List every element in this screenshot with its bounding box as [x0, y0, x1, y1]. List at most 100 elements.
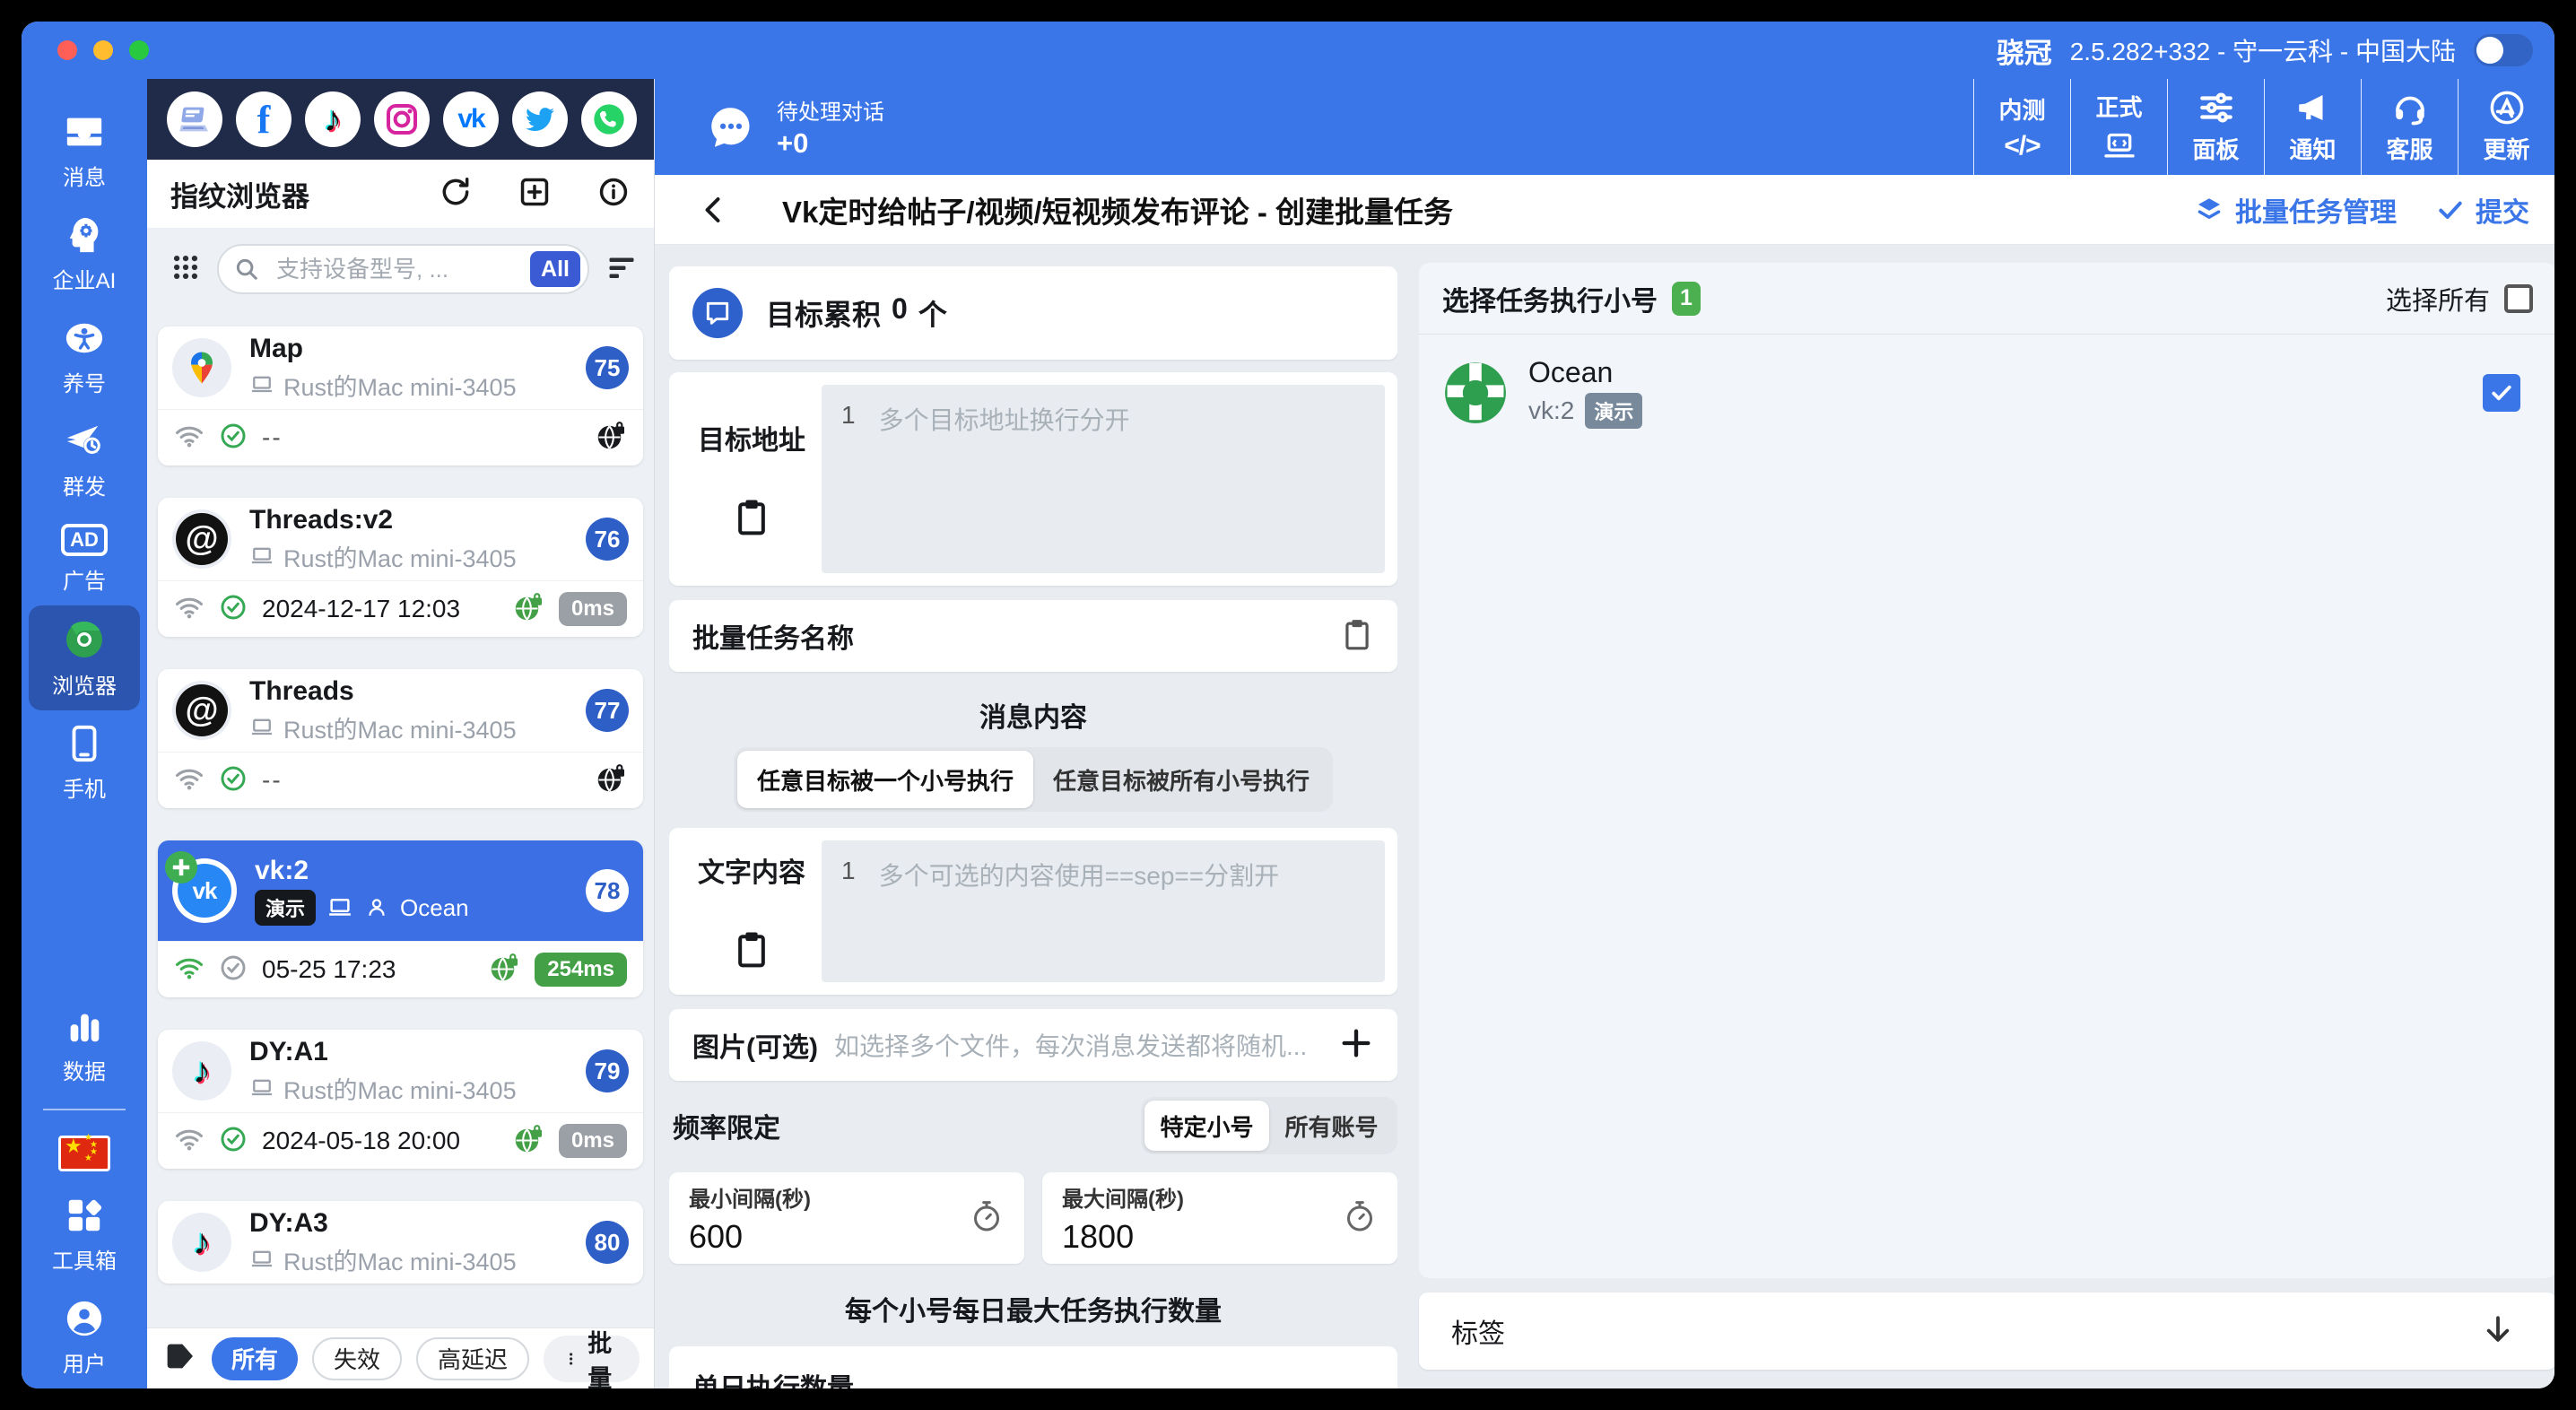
task-name-card[interactable]: 批量任务名称 [669, 600, 1397, 672]
back-button[interactable] [698, 194, 730, 226]
max-interval-card[interactable]: 最大间隔(秒) 1800 [1042, 1172, 1397, 1264]
select-all-checkbox[interactable] [2504, 283, 2533, 313]
add-profile-icon[interactable] [518, 175, 552, 213]
website-platform-icon[interactable] [167, 91, 222, 147]
filter-high-latency-button[interactable]: 高延迟 [416, 1336, 530, 1380]
search-scope-badge[interactable]: All [530, 251, 580, 287]
whatsapp-platform-icon[interactable] [581, 91, 637, 147]
threads-icon: @ [172, 509, 231, 569]
stopwatch-icon [1342, 1198, 1378, 1239]
sidebar-item-browser[interactable]: 浏览器 [29, 605, 140, 710]
tags-bar[interactable]: 标签 [1419, 1292, 2554, 1370]
ad-icon: AD [61, 524, 108, 556]
app-store-icon [2490, 91, 2523, 125]
sidebar-item-toolbox[interactable]: 工具箱 [29, 1182, 140, 1285]
zoom-window-button[interactable] [129, 40, 149, 60]
profile-card-map[interactable]: Map Rust的Mac mini-3405 75 -- [158, 326, 643, 466]
account-select-panel: 选择任务执行小号 1 选择所有 Ocean vk:2 演示 [1419, 263, 2554, 1278]
proxy-globe-icon[interactable] [512, 591, 544, 628]
target-total-value: 0 [892, 292, 908, 325]
ocean-avatar [1442, 360, 1509, 426]
tiktok-platform-icon[interactable]: ♪ [305, 91, 361, 147]
batch-actions-button[interactable]: 批量 [544, 1330, 640, 1388]
sidebar-item-messages[interactable]: 消息 [29, 99, 140, 202]
screen: 骁冠 2.5.282+332 - 守一云科 - 中国大陆 消息 企业AI 养号 … [0, 0, 2576, 1410]
profile-last-check: -- [262, 766, 283, 794]
profile-number-badge: 76 [586, 518, 629, 561]
app-window: 骁冠 2.5.282+332 - 守一云科 - 中国大陆 消息 企业AI 养号 … [22, 22, 2554, 1388]
profile-name: DY:A1 [249, 1036, 328, 1066]
account-row-ocean[interactable]: Ocean vk:2 演示 [1419, 335, 2554, 429]
min-interval-card[interactable]: 最小间隔(秒) 600 [669, 1172, 1024, 1264]
exec-mode-option-all[interactable]: 任意目标被所有小号执行 [1033, 751, 1329, 808]
sidebar-item-nurture[interactable]: 养号 [29, 305, 140, 408]
panel-button[interactable]: 面板 [2167, 79, 2264, 175]
profile-device: Rust的Mac mini-3405 [283, 1248, 517, 1275]
profile-card-dy-a1[interactable]: ♪ DY:A1 Rust的Mac mini-3405 79 2024-05-18… [158, 1030, 643, 1169]
notifications-button[interactable]: 通知 [2264, 79, 2361, 175]
frequency-option-all[interactable]: 所有账号 [1269, 1101, 1394, 1151]
stable-channel-button[interactable]: 正式 [2070, 79, 2167, 175]
layers-icon [2197, 197, 2221, 219]
profile-number-badge: 80 [586, 1221, 629, 1264]
china-flag-icon: ★ ★ ★ ★ ★ [58, 1133, 110, 1171]
grid-view-icon[interactable] [170, 252, 201, 287]
theme-toggle[interactable] [2474, 34, 2533, 66]
image-label: 图片(可选) [692, 1033, 818, 1063]
beta-channel-button[interactable]: 内测 </> [1973, 79, 2070, 175]
twitter-platform-icon[interactable] [512, 91, 568, 147]
sidebar-item-language-flag[interactable]: ★ ★ ★ ★ ★ [29, 1123, 140, 1182]
clipboard-paste-icon[interactable] [1340, 617, 1374, 656]
clipboard-paste-icon[interactable] [732, 497, 771, 541]
filter-invalid-button[interactable]: 失效 [312, 1336, 403, 1380]
target-address-textarea[interactable]: 1 多个目标地址换行分开 [822, 385, 1385, 573]
account-profile: vk:2 [1528, 396, 1575, 424]
filter-all-button[interactable]: 所有 [212, 1336, 299, 1380]
user-icon [64, 1298, 105, 1339]
kebab-menu-icon [570, 1352, 573, 1365]
sidebar-divider [43, 1109, 126, 1110]
proxy-globe-icon[interactable] [488, 952, 520, 988]
profile-card-threads-v2[interactable]: @ Threads:v2 Rust的Mac mini-3405 76 2024-… [158, 498, 643, 637]
minimize-window-button[interactable] [93, 40, 113, 60]
text-content-textarea[interactable]: 1 多个可选的内容使用==sep==分割开 [822, 840, 1385, 982]
account-select-title: 选择任务执行小号 [1442, 286, 1658, 317]
account-checkbox-checked[interactable] [2483, 373, 2520, 412]
profile-card-dy-a3[interactable]: ♪ DY:A3 Rust的Mac mini-3405 80 [158, 1201, 643, 1284]
proxy-globe-icon[interactable] [595, 420, 627, 457]
expand-down-icon[interactable] [2481, 1312, 2515, 1351]
update-button[interactable]: 更新 [2458, 79, 2554, 175]
sidebar-item-data[interactable]: 数据 [29, 993, 140, 1096]
daily-exec-card[interactable]: 单日执行数量 [669, 1346, 1397, 1388]
profile-card-threads[interactable]: @ Threads Rust的Mac mini-3405 77 -- [158, 669, 643, 808]
proxy-globe-icon[interactable] [512, 1123, 544, 1160]
tag-icon[interactable] [161, 1338, 197, 1379]
info-icon[interactable] [596, 175, 631, 213]
pending-chats-button[interactable]: 待处理对话 +0 [705, 94, 884, 160]
instagram-platform-icon[interactable] [374, 91, 430, 147]
batch-task-manage-link[interactable]: 批量任务管理 [2194, 190, 2397, 230]
check-icon [2439, 201, 2462, 219]
wifi-icon [174, 953, 205, 988]
sort-icon[interactable] [605, 251, 638, 288]
refresh-icon[interactable] [439, 175, 473, 213]
check-circle-icon [219, 593, 248, 626]
browser-icon [63, 618, 106, 661]
proxy-globe-icon[interactable] [595, 762, 627, 799]
frequency-option-specific[interactable]: 特定小号 [1144, 1101, 1269, 1151]
support-button[interactable]: 客服 [2361, 79, 2458, 175]
sidebar-item-mass-send[interactable]: 群发 [29, 408, 140, 511]
sidebar-item-user[interactable]: 用户 [29, 1285, 140, 1388]
sidebar-item-phone[interactable]: 手机 [29, 710, 140, 814]
submit-button[interactable]: 提交 [2436, 190, 2529, 230]
sidebar-item-enterprise-ai[interactable]: 企业AI [29, 202, 140, 305]
exec-mode-option-single[interactable]: 任意目标被一个小号执行 [737, 751, 1033, 808]
sidebar-item-ads[interactable]: AD 广告 [29, 511, 140, 605]
app-brand: 骁冠 [1996, 37, 2052, 69]
facebook-platform-icon[interactable]: f [236, 91, 292, 147]
close-window-button[interactable] [57, 40, 77, 60]
add-image-button[interactable] [1338, 1025, 1374, 1066]
vk-platform-icon[interactable]: vk [443, 91, 499, 147]
profile-card-vk2-selected[interactable]: vk vk:2 演示 Ocean 78 05-25 17:23 254ms [158, 840, 643, 997]
clipboard-paste-icon[interactable] [732, 929, 771, 973]
